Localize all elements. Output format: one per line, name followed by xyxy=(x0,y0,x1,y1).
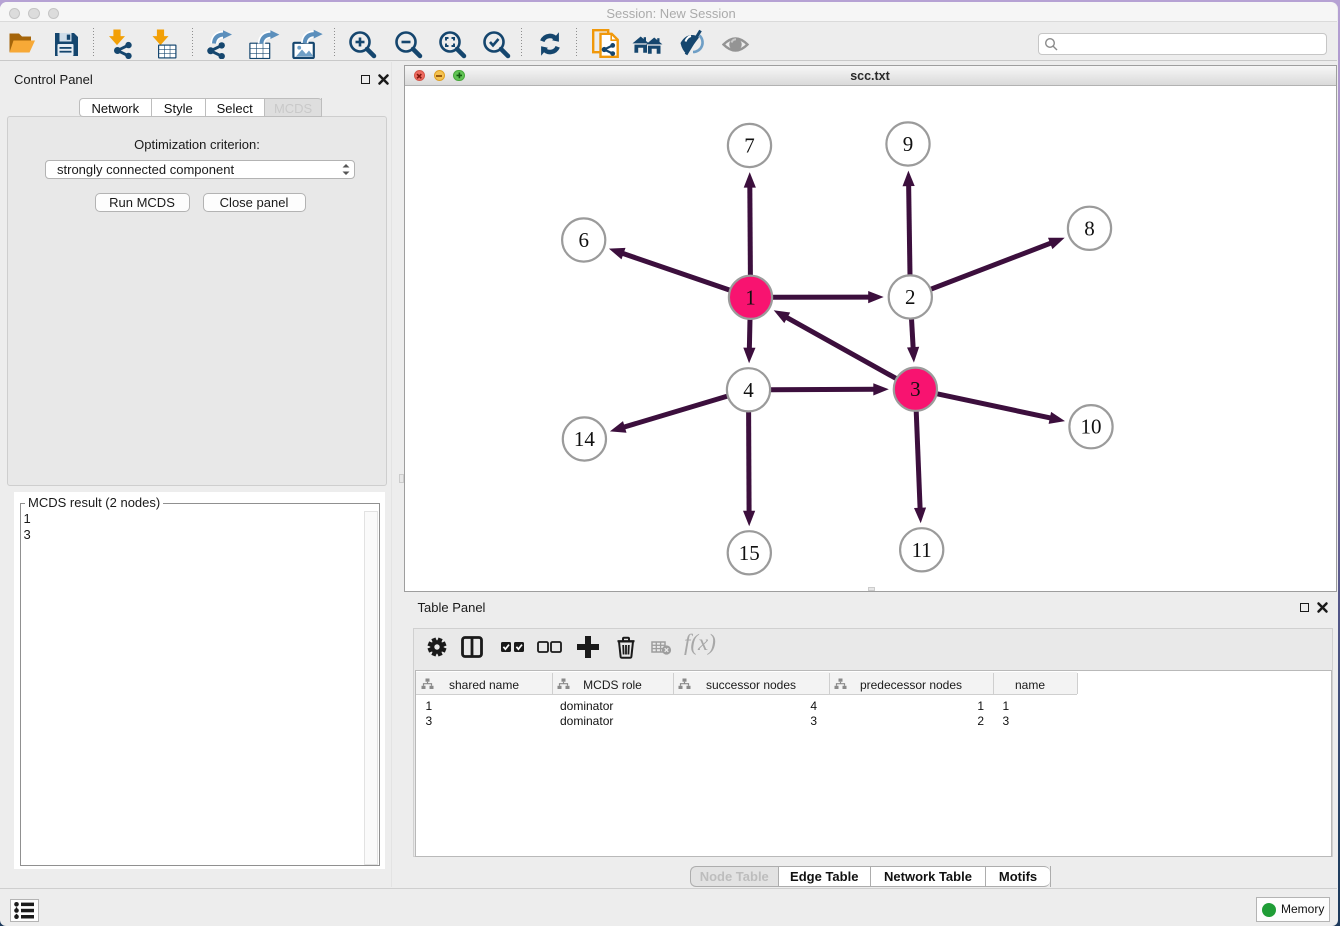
svg-text:9: 9 xyxy=(903,132,914,156)
svg-text:7: 7 xyxy=(744,134,755,158)
svg-text:10: 10 xyxy=(1081,415,1102,439)
svg-text:4: 4 xyxy=(743,378,754,402)
svg-text:2: 2 xyxy=(905,285,916,309)
svg-text:1: 1 xyxy=(745,285,756,309)
svg-text:6: 6 xyxy=(578,228,589,252)
svg-text:3: 3 xyxy=(910,377,921,401)
svg-text:11: 11 xyxy=(912,538,932,562)
svg-text:8: 8 xyxy=(1084,216,1095,240)
svg-text:14: 14 xyxy=(574,427,596,451)
svg-text:15: 15 xyxy=(739,541,760,565)
